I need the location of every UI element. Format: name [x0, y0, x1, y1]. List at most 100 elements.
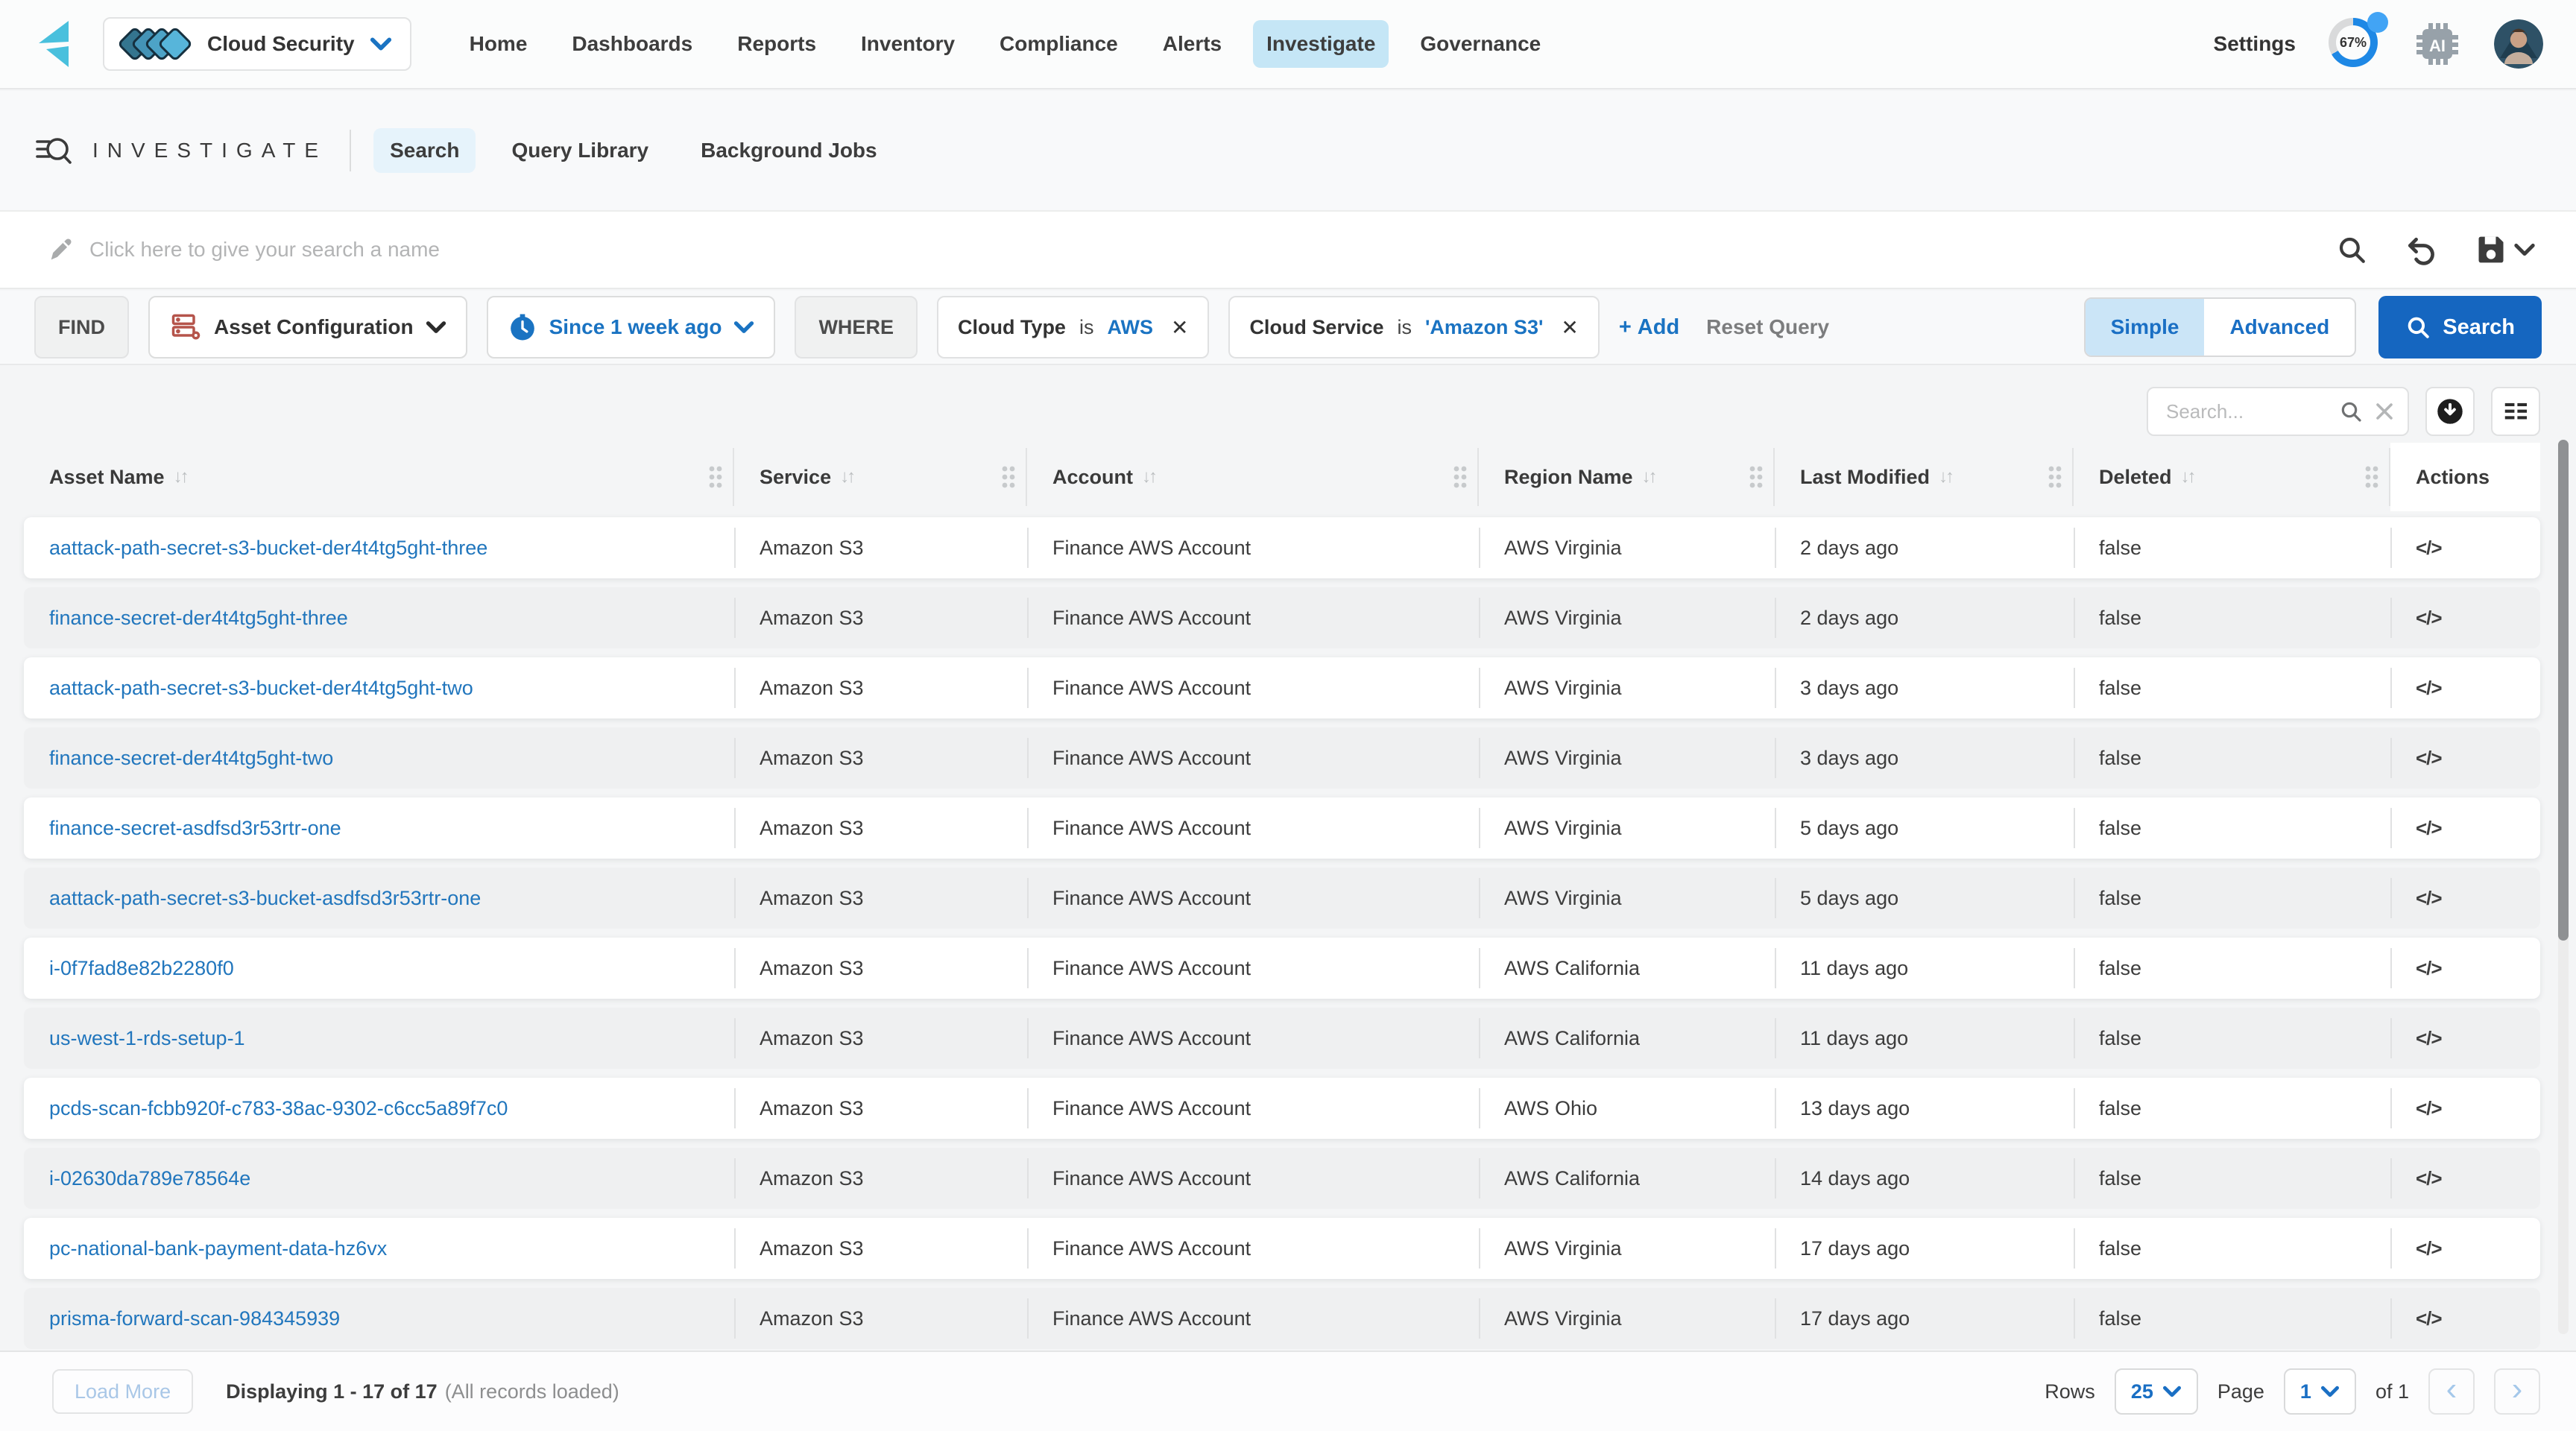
pagination-footer: Load More Displaying 1 - 17 of 17(All re… — [0, 1351, 2576, 1431]
cell-actions: </> — [2390, 727, 2540, 789]
rows-per-page-select[interactable]: 25 — [2115, 1368, 2198, 1415]
code-actions-icon[interactable]: </> — [2416, 1097, 2442, 1120]
download-button[interactable] — [2425, 387, 2475, 436]
nav-item-alerts[interactable]: Alerts — [1149, 20, 1235, 68]
tab-query-library[interactable]: Query Library — [495, 128, 665, 173]
asset-link[interactable]: finance-secret-der4t4tg5ght-three — [49, 607, 348, 630]
mode-simple[interactable]: Simple — [2086, 299, 2205, 356]
entity-dropdown[interactable]: Asset Configuration — [148, 296, 467, 358]
cell-last-modified: 13 days ago — [1775, 1078, 2074, 1139]
code-actions-icon[interactable]: </> — [2416, 1027, 2442, 1050]
vertical-scrollbar[interactable] — [2558, 440, 2569, 1334]
user-avatar[interactable] — [2494, 19, 2543, 69]
code-actions-icon[interactable]: </> — [2416, 677, 2442, 700]
app-switcher[interactable]: Cloud Security — [103, 17, 411, 71]
columns-icon — [2501, 397, 2530, 426]
lacework-logo-icon[interactable] — [33, 19, 76, 69]
sort-icon[interactable]: ↓↑ — [1142, 467, 1155, 487]
nav-item-inventory[interactable]: Inventory — [847, 20, 968, 68]
search-name-row — [0, 210, 2576, 289]
sort-icon[interactable]: ↓↑ — [1939, 467, 1952, 487]
code-actions-icon[interactable]: </> — [2416, 607, 2442, 630]
column-header-account[interactable]: Account↓↑ — [1027, 443, 1479, 511]
scrollbar-thumb[interactable] — [2558, 440, 2569, 941]
ai-assistant-icon[interactable]: AI — [2414, 20, 2461, 68]
clear-search-icon[interactable] — [2373, 400, 2396, 423]
nav-item-investigate[interactable]: Investigate — [1253, 20, 1389, 68]
asset-link[interactable]: i-02630da789e78564e — [49, 1167, 250, 1190]
asset-link[interactable]: pcds-scan-fcbb920f-c783-38ac-9302-c6cc5a… — [49, 1097, 508, 1120]
code-actions-icon[interactable]: </> — [2416, 1167, 2442, 1190]
asset-link[interactable]: us-west-1-rds-setup-1 — [49, 1027, 245, 1050]
asset-link[interactable]: prisma-forward-scan-984345939 — [49, 1307, 340, 1330]
column-header-deleted[interactable]: Deleted↓↑ — [2074, 443, 2390, 511]
drag-handle-icon[interactable] — [2047, 464, 2062, 490]
code-actions-icon[interactable]: </> — [2416, 887, 2442, 910]
sort-icon[interactable]: ↓↑ — [174, 467, 187, 487]
nav-item-compliance[interactable]: Compliance — [986, 20, 1131, 68]
asset-link[interactable]: pc-national-bank-payment-data-hz6vx — [49, 1237, 387, 1260]
chevron-down-icon — [2320, 1386, 2340, 1397]
column-header-last-modified[interactable]: Last Modified↓↑ — [1775, 443, 2074, 511]
filter-chip-cloud-type[interactable]: Cloud Type is AWS ✕ — [937, 296, 1209, 358]
sort-icon[interactable]: ↓↑ — [1642, 467, 1655, 487]
drag-handle-icon[interactable] — [1452, 464, 1467, 490]
settings-link[interactable]: Settings — [2214, 32, 2296, 56]
nav-item-governance[interactable]: Governance — [1407, 20, 1554, 68]
records-summary: Displaying 1 - 17 of 17(All records load… — [226, 1380, 619, 1403]
cell-deleted: false — [2074, 1218, 2390, 1279]
tab-search[interactable]: Search — [373, 128, 476, 173]
asset-link[interactable]: aattack-path-secret-s3-bucket-der4t4tg5g… — [49, 537, 487, 560]
run-search-button[interactable]: Search — [2378, 296, 2542, 358]
asset-link[interactable]: finance-secret-asdfsd3r53rtr-one — [49, 817, 341, 840]
code-actions-icon[interactable]: </> — [2416, 957, 2442, 980]
time-range-value: Since 1 week ago — [549, 315, 722, 339]
previous-page-button[interactable]: ‹ — [2428, 1368, 2475, 1415]
save-icon[interactable] — [2475, 233, 2536, 266]
mode-advanced[interactable]: Advanced — [2204, 299, 2355, 356]
code-actions-icon[interactable]: </> — [2416, 747, 2442, 770]
remove-filter-icon[interactable]: ✕ — [1561, 315, 1578, 340]
sort-icon[interactable]: ↓↑ — [2181, 467, 2194, 487]
asset-link[interactable]: aattack-path-secret-s3-bucket-asdfsd3r53… — [49, 887, 481, 910]
search-icon[interactable] — [2339, 399, 2363, 423]
search-icon[interactable] — [2336, 234, 2367, 265]
cell-account: Finance AWS Account — [1027, 1218, 1479, 1279]
code-actions-icon[interactable]: </> — [2416, 1307, 2442, 1330]
nav-item-dashboards[interactable]: Dashboards — [558, 20, 706, 68]
drag-handle-icon[interactable] — [2364, 464, 2378, 490]
reset-query-button[interactable]: Reset Query — [1706, 315, 1829, 339]
time-range-dropdown[interactable]: Since 1 week ago — [487, 296, 776, 358]
usage-ring[interactable]: 67% — [2329, 18, 2381, 70]
load-more-button[interactable]: Load More — [52, 1369, 193, 1414]
next-page-button[interactable]: › — [2494, 1368, 2540, 1415]
column-header-service[interactable]: Service↓↑ — [734, 443, 1027, 511]
tab-background-jobs[interactable]: Background Jobs — [684, 128, 893, 173]
cell-deleted: false — [2074, 1148, 2390, 1209]
asset-link[interactable]: aattack-path-secret-s3-bucket-der4t4tg5g… — [49, 677, 473, 700]
column-header-region-name[interactable]: Region Name↓↑ — [1479, 443, 1775, 511]
drag-handle-icon[interactable] — [707, 464, 722, 490]
column-settings-button[interactable] — [2491, 387, 2540, 436]
nav-item-reports[interactable]: Reports — [724, 20, 830, 68]
sort-icon[interactable]: ↓↑ — [840, 467, 853, 487]
page-total: of 1 — [2375, 1380, 2409, 1403]
cell-deleted: false — [2074, 1008, 2390, 1069]
cell-actions: </> — [2390, 797, 2540, 859]
page-select[interactable]: 1 — [2284, 1368, 2356, 1415]
column-header-asset-name[interactable]: Asset Name↓↑ — [24, 443, 734, 511]
search-name-input[interactable] — [89, 238, 2336, 262]
table-search — [2147, 387, 2409, 436]
drag-handle-icon[interactable] — [1000, 464, 1015, 490]
asset-link[interactable]: i-0f7fad8e82b2280f0 — [49, 957, 234, 980]
nav-item-home[interactable]: Home — [456, 20, 541, 68]
remove-filter-icon[interactable]: ✕ — [1171, 315, 1188, 340]
code-actions-icon[interactable]: </> — [2416, 817, 2442, 840]
asset-link[interactable]: finance-secret-der4t4tg5ght-two — [49, 747, 333, 770]
add-filter-button[interactable]: + Add — [1619, 315, 1679, 340]
code-actions-icon[interactable]: </> — [2416, 537, 2442, 560]
filter-chip-cloud-service[interactable]: Cloud Service is 'Amazon S3' ✕ — [1228, 296, 1599, 358]
code-actions-icon[interactable]: </> — [2416, 1237, 2442, 1260]
undo-icon[interactable] — [2405, 233, 2437, 266]
drag-handle-icon[interactable] — [1748, 464, 1763, 490]
